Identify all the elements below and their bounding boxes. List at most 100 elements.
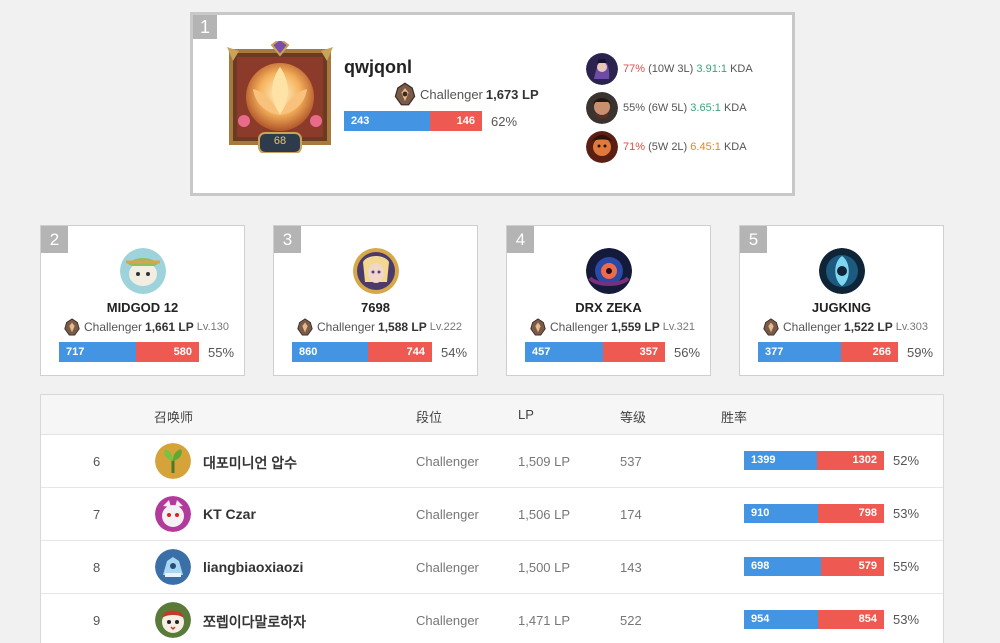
summoner-name[interactable]: 7698 — [274, 300, 477, 315]
rank-badge: 4 — [507, 226, 534, 253]
champion-stat-row[interactable]: 55% (6W 5L) 3.65:1 KDA — [586, 88, 753, 127]
table-row[interactable]: 6 대포미니언 압수 Challenger 1,509 LP 537 1399 … — [41, 435, 943, 488]
champion-stat-row[interactable]: 71% (5W 2L) 6.45:1 KDA — [586, 127, 753, 166]
column-header-winrate[interactable]: 胜率 — [721, 407, 747, 426]
win-loss-bar: 954 854 53% — [744, 610, 919, 629]
summoner-level: Lv.222 — [429, 321, 462, 333]
rank-1-card[interactable]: 1 68 qwjqonl Challenger 1,673 LP 243 146… — [190, 12, 795, 196]
losses-count: 357 — [603, 342, 665, 362]
win-rate: 52% — [893, 453, 920, 468]
tier-info: Challenger 1,673 LP — [393, 82, 539, 106]
column-header-level[interactable]: 等级 — [620, 407, 646, 426]
rank-2-card[interactable]: 2 MIDGOD 12 Challenger 1,661 LP Lv.130 7… — [40, 225, 245, 376]
win-loss-bar: 698 579 55% — [744, 557, 919, 576]
level-cell: 537 — [620, 454, 642, 469]
tier-info: Challenger 1,661 LP Lv.130 — [63, 318, 229, 336]
table-row[interactable]: 7 KT Czar Challenger 1,506 LP 174 910 79… — [41, 488, 943, 541]
win-rate: 54% — [441, 344, 468, 360]
champion-stat-row[interactable]: 77% (10W 3L) 3.91:1 KDA — [586, 49, 753, 88]
rank-cell: 6 — [93, 454, 101, 469]
summoner-level: Lv.130 — [196, 321, 229, 333]
profile-icon — [353, 248, 399, 294]
win-rate: 53% — [893, 506, 920, 521]
champion-kda: 3.91:1 — [696, 62, 727, 75]
losses-count: 854 — [818, 610, 884, 629]
rank-badge: 2 — [41, 226, 68, 253]
tier-info: Challenger 1,522 LP Lv.303 — [762, 318, 928, 336]
champion-record: (6W 5L) — [648, 101, 688, 114]
league-points: 1,661 LP — [145, 320, 194, 334]
kda-label: KDA — [723, 101, 747, 114]
champion-portrait-icon — [586, 130, 618, 163]
wins-count: 698 — [744, 557, 821, 576]
league-points: 1,522 LP — [844, 320, 893, 334]
win-loss-bar: 457 357 56% — [525, 342, 700, 362]
level-cell: 174 — [620, 507, 642, 522]
win-rate: 55% — [893, 559, 920, 574]
tier-cell: Challenger — [416, 454, 479, 469]
rank-cell: 8 — [93, 560, 101, 575]
profile-level: 68 — [273, 135, 287, 147]
column-header-lp[interactable]: LP — [518, 407, 534, 422]
losses-count: 580 — [136, 342, 199, 362]
champion-record: (10W 3L) — [648, 62, 694, 75]
summoner-name[interactable]: 쪼렙이다말로하자 — [203, 612, 306, 632]
champion-portrait-icon — [586, 91, 618, 124]
summoner-name[interactable]: DRX ZEKA — [507, 300, 710, 315]
summoner-level: Lv.321 — [662, 321, 695, 333]
win-rate: 62% — [491, 113, 518, 129]
wins-count: 717 — [59, 342, 136, 362]
summoner-name[interactable]: liangbiaoxiaozi — [203, 559, 303, 575]
wins-count: 457 — [525, 342, 603, 362]
summoner-name[interactable]: qwjqonl — [344, 57, 412, 78]
profile-icon — [819, 248, 865, 294]
summoner-name[interactable]: 대포미니언 압수 — [203, 453, 297, 473]
tier-cell: Challenger — [416, 507, 479, 522]
kda-label: KDA — [723, 140, 747, 153]
losses-count: 744 — [368, 342, 432, 362]
summoner-name[interactable]: MIDGOD 12 — [41, 300, 244, 315]
win-rate: 55% — [208, 344, 235, 360]
summoner-name[interactable]: KT Czar — [203, 506, 256, 522]
champion-winrate: 71% — [623, 140, 646, 153]
challenger-emblem-icon — [530, 318, 546, 336]
champion-winrate: 55% — [623, 101, 646, 114]
tier-info: Challenger 1,588 LP Lv.222 — [296, 318, 462, 336]
table-row[interactable]: 9 쪼렙이다말로하자 Challenger 1,471 LP 522 954 8… — [41, 594, 943, 643]
champion-kda: 6.45:1 — [690, 140, 721, 153]
tier-name: Challenger — [84, 320, 143, 334]
rank-badge: 3 — [274, 226, 301, 253]
column-header-tier[interactable]: 段位 — [416, 407, 442, 426]
rank-cell: 7 — [93, 507, 101, 522]
rank-4-card[interactable]: 4 DRX ZEKA Challenger 1,559 LP Lv.321 45… — [506, 225, 711, 376]
tier-cell: Challenger — [416, 613, 479, 628]
challenger-emblem-icon — [394, 82, 416, 106]
kda-label: KDA — [730, 62, 753, 75]
profile-icon — [120, 248, 166, 294]
wins-count: 1399 — [744, 451, 817, 470]
profile-icon — [155, 602, 191, 638]
table-row[interactable]: 8 liangbiaoxiaozi Challenger 1,500 LP 14… — [41, 541, 943, 594]
profile-icon — [155, 549, 191, 585]
summoner-name[interactable]: JUGKING — [740, 300, 943, 315]
most-played-champions: 77% (10W 3L) 3.91:1 KDA 55% (6W 5L) 3.65… — [586, 49, 753, 166]
win-loss-bar: 243 146 62% — [344, 111, 517, 131]
lp-cell: 1,506 LP — [518, 507, 571, 522]
league-points: 1,673 LP — [485, 86, 539, 102]
column-header-summoner[interactable]: 召唤师 — [154, 407, 193, 426]
losses-count: 266 — [841, 342, 898, 362]
rank-3-card[interactable]: 3 7698 Challenger 1,588 LP Lv.222 860 74… — [273, 225, 478, 376]
rank-badge: 5 — [740, 226, 767, 253]
rank-badge: 1 — [193, 15, 217, 39]
tier-name: Challenger — [550, 320, 609, 334]
rank-5-card[interactable]: 5 JUGKING Challenger 1,522 LP Lv.303 377… — [739, 225, 944, 376]
wins-count: 243 — [344, 111, 430, 131]
wins-count: 860 — [292, 342, 368, 362]
league-points: 1,588 LP — [378, 320, 427, 334]
win-loss-bar: 860 744 54% — [292, 342, 467, 362]
win-loss-bar: 1399 1302 52% — [744, 451, 919, 470]
wins-count: 954 — [744, 610, 818, 629]
rank-cell: 9 — [93, 613, 101, 628]
champion-kda: 3.65:1 — [690, 101, 721, 114]
win-rate: 59% — [907, 344, 934, 360]
